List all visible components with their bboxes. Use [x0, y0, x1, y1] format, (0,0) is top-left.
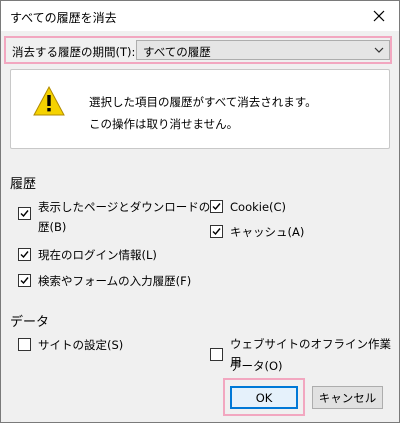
ok-button[interactable]: OK: [230, 386, 298, 409]
data-heading: データ: [10, 315, 50, 330]
label-cache: キャッシュ(A): [230, 225, 305, 239]
history-heading: 履歴: [10, 177, 37, 192]
cancel-button[interactable]: キャンセル: [312, 386, 383, 409]
checkbox-search-form[interactable]: [18, 274, 31, 287]
label-site-settings: サイトの設定(S): [38, 338, 124, 352]
checkbox-pages-downloads[interactable]: [18, 207, 31, 220]
clear-history-dialog: すべての履歴を消去 消去する履歴の期間(T): すべての履歴 選択した項目の履歴…: [0, 0, 400, 423]
title-bar: すべての履歴を消去: [1, 1, 399, 31]
label-search-form: 検索やフォームの入力履歴(F): [38, 274, 192, 288]
time-range-row: 消去する履歴の期間(T): すべての履歴: [4, 36, 392, 64]
checkbox-offline-data[interactable]: [210, 348, 223, 361]
check-icon: [212, 228, 221, 236]
label-cookie: Cookie(C): [230, 200, 287, 214]
label-pages-downloads-line1: 表示したページとダウンロードの履: [38, 200, 222, 214]
check-icon: [212, 203, 221, 211]
checkbox-login-info[interactable]: [18, 248, 31, 261]
check-icon: [20, 251, 29, 259]
label-offline-data-line2: データ(O): [230, 359, 283, 373]
time-range-value: すべての履歴: [143, 45, 211, 59]
warning-text-line1: 選択した項目の履歴がすべて消去されます。: [89, 95, 317, 109]
check-icon: [20, 277, 29, 285]
label-login-info: 現在のログイン情報(L): [38, 248, 157, 262]
warning-icon: [33, 85, 65, 116]
checkbox-site-settings[interactable]: [18, 338, 31, 351]
label-pages-downloads-line2: 歴(B): [38, 220, 67, 234]
time-range-select[interactable]: すべての履歴: [136, 40, 390, 60]
window-title: すべての履歴を消去: [10, 11, 117, 25]
close-button[interactable]: [359, 1, 399, 31]
check-icon: [20, 210, 29, 218]
time-range-label: 消去する履歴の期間(T):: [12, 45, 136, 59]
warning-text-line2: この操作は取り消せません。: [89, 117, 239, 131]
warning-panel: 選択した項目の履歴がすべて消去されます。 この操作は取り消せません。: [10, 69, 390, 149]
close-icon: [373, 10, 385, 22]
checkbox-cookie[interactable]: [210, 200, 223, 213]
chevron-down-icon: [374, 47, 384, 53]
checkbox-cache[interactable]: [210, 225, 223, 238]
